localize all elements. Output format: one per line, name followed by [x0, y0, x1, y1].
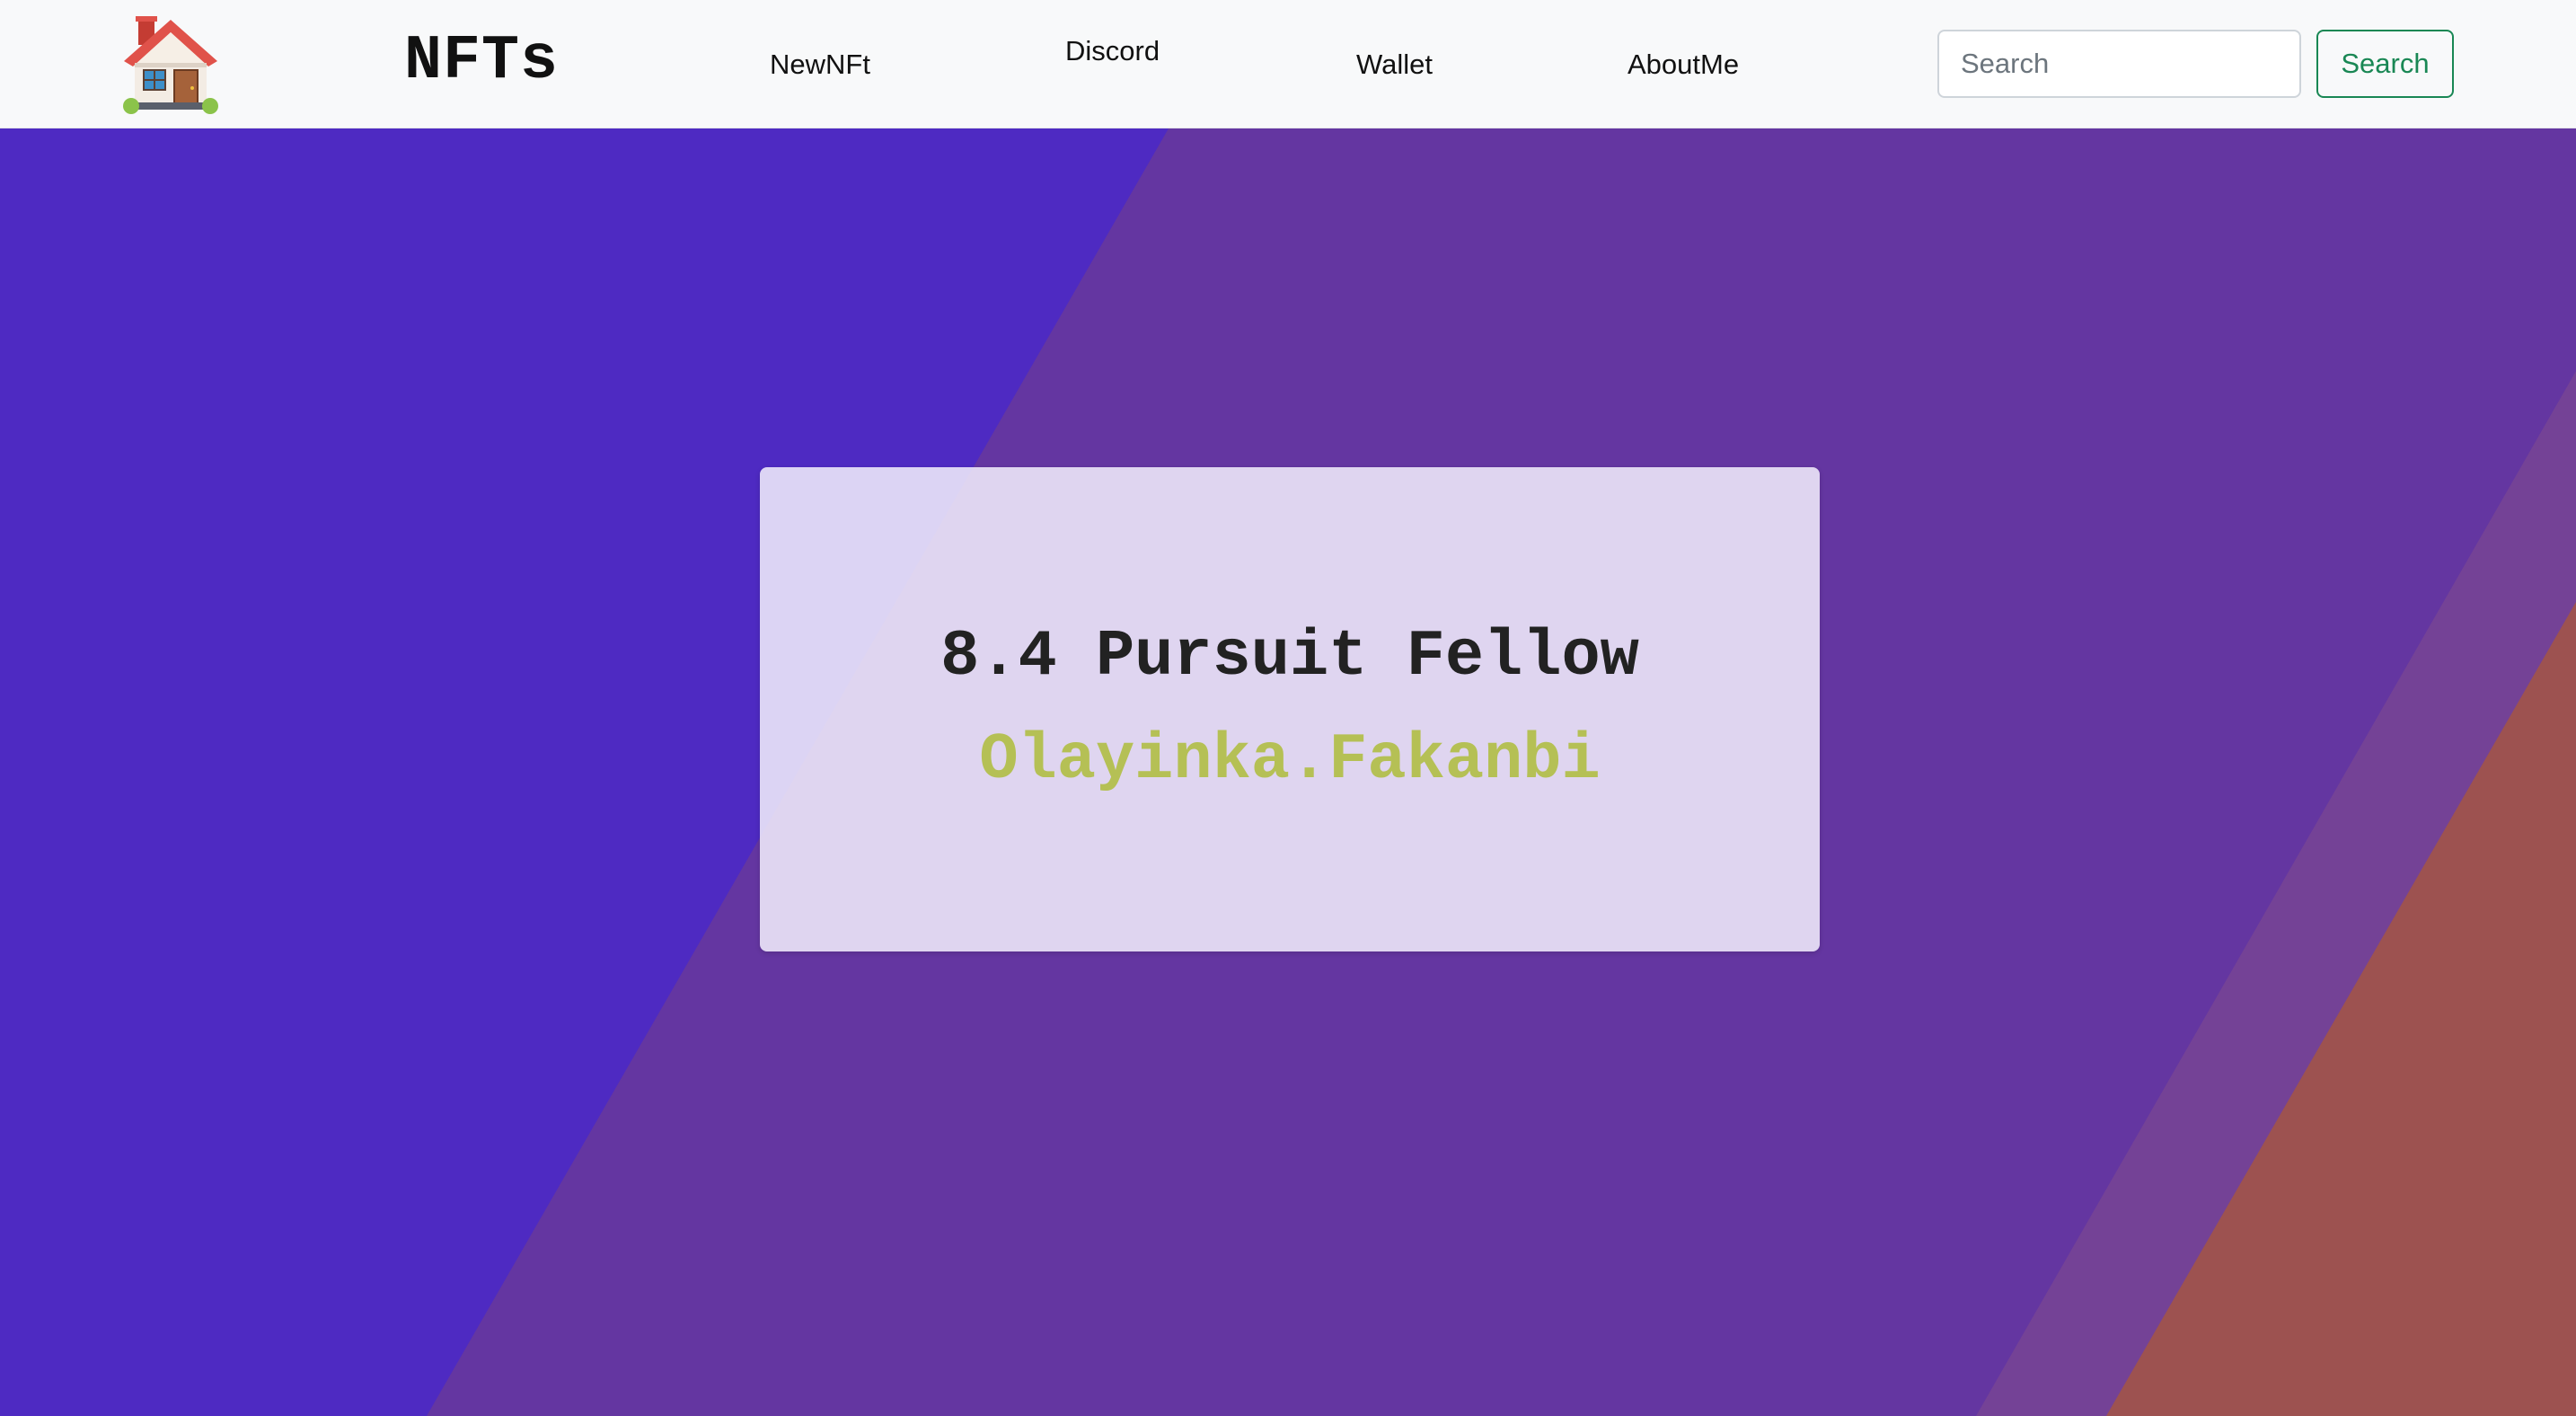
nav-link-aboutme[interactable]: AboutMe — [1628, 47, 1739, 83]
brand-title[interactable]: NFTs — [404, 23, 559, 101]
house-icon[interactable] — [122, 16, 219, 115]
page: NFTs NewNFt Discord Wallet AboutMe Searc… — [0, 0, 2576, 1416]
card-subtitle: Olayinka.Fakanbi — [979, 723, 1601, 797]
nav-link-newnft[interactable]: NewNFt — [770, 47, 870, 83]
card-title: 8.4 Pursuit Fellow — [940, 620, 1639, 694]
house-icon-graphic — [123, 16, 218, 114]
navbar: NFTs NewNFt Discord Wallet AboutMe Searc… — [0, 0, 2576, 128]
nav-link-discord[interactable]: Discord — [1065, 33, 1160, 69]
fellow-card: 8.4 Pursuit Fellow Olayinka.Fakanbi — [760, 467, 1820, 951]
nav-link-wallet[interactable]: Wallet — [1356, 47, 1433, 83]
search-input[interactable] — [1937, 30, 2301, 98]
search-button[interactable]: Search — [2316, 30, 2454, 98]
